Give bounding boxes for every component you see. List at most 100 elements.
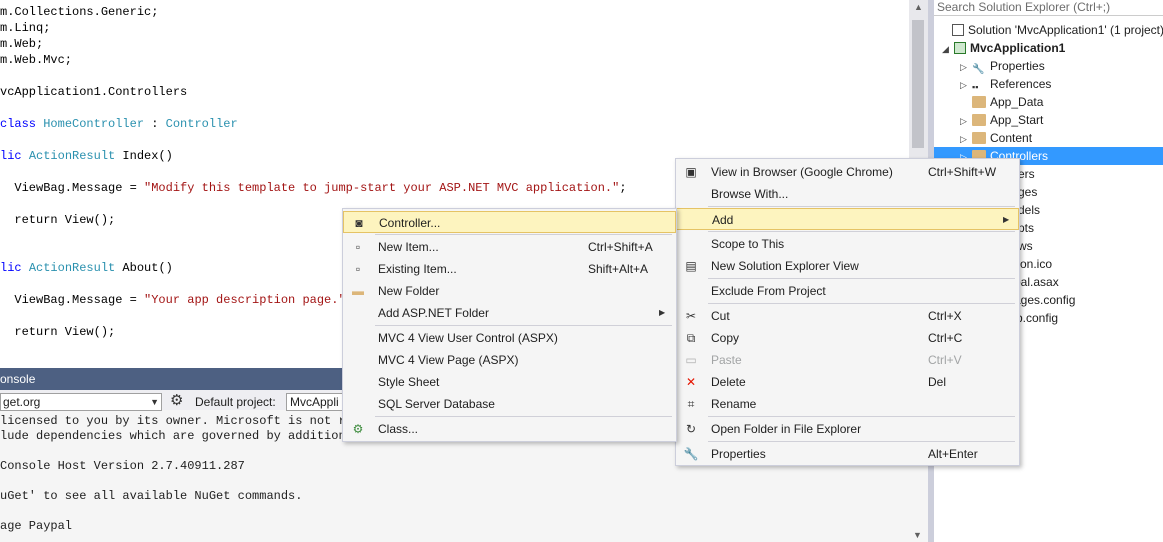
- copy-icon: ⧉: [686, 331, 696, 345]
- submenu-arrow-icon: ▶: [1003, 215, 1010, 224]
- code-token: ViewBag.Message =: [0, 181, 145, 195]
- menu-item-label: Cut: [711, 309, 730, 323]
- menu-item-exclude-from-project[interactable]: Exclude From Project: [676, 280, 1019, 302]
- code-token: m.Web;: [0, 37, 44, 51]
- menu-item-properties[interactable]: 🔧 Properties Alt+Enter: [676, 443, 1019, 465]
- code-token: class: [0, 117, 37, 131]
- folder-icon: [972, 132, 986, 144]
- menu-item-label: Add ASP.NET Folder: [378, 306, 489, 320]
- menu-item-style-sheet[interactable]: Style Sheet: [343, 371, 676, 393]
- menu-item-browse-with[interactable]: Browse With...: [676, 183, 1019, 205]
- menu-item-label: Add: [712, 213, 734, 227]
- menu-item-mvc-4-view-page-aspx[interactable]: MVC 4 View Page (ASPX): [343, 349, 676, 371]
- tree-node[interactable]: ws: [1018, 237, 1033, 255]
- menu-item-new-solution-explorer-view[interactable]: ▤ New Solution Explorer View: [676, 255, 1019, 277]
- tree-node[interactable]: ◢ MvcApplication1: [942, 39, 1065, 57]
- menu-item-cut[interactable]: ✂ Cut Ctrl+X: [676, 305, 1019, 327]
- code-line: m.Web;: [0, 36, 43, 52]
- scroll-down-icon[interactable]: ▼: [913, 530, 922, 540]
- tree-node[interactable]: pts: [1018, 219, 1034, 237]
- code-token: "Modify this template to jump-start your…: [144, 181, 620, 195]
- tree-node[interactable]: b.config: [1016, 309, 1058, 327]
- browser-icon: ▣: [685, 165, 697, 179]
- console-line: licensed to you by its owner. Microsoft …: [0, 414, 353, 428]
- menu-item-controller[interactable]: ◙ Controller...: [343, 211, 676, 233]
- code-token: About(): [115, 261, 173, 275]
- code-line: lic ActionResult Index(): [0, 148, 173, 164]
- package-source-select[interactable]: get.org ▼: [0, 393, 162, 411]
- menu-separator: [708, 303, 1015, 304]
- menu-item-mvc-4-view-user-control-aspx[interactable]: MVC 4 View User Control (ASPX): [343, 327, 676, 349]
- expand-arrow-icon[interactable]: ◢: [942, 40, 954, 58]
- menu-item-open-folder-in-file-explorer[interactable]: ↻ Open Folder in File Explorer: [676, 418, 1019, 440]
- console-line: uGet' to see all available NuGet command…: [0, 489, 303, 503]
- menu-item-shortcut: Ctrl+Shift+W: [928, 165, 997, 179]
- code-line: class HomeController : Controller: [0, 116, 238, 132]
- menu-item-new-folder[interactable]: ▬ New Folder: [343, 280, 676, 302]
- code-token: m.Collections.Generic;: [0, 5, 159, 19]
- tree-node[interactable]: ges: [1018, 183, 1037, 201]
- code-token: "Your app description page.": [144, 293, 346, 307]
- tree-node[interactable]: ▷ Content: [960, 129, 1032, 147]
- expand-arrow-icon[interactable]: ▷: [960, 130, 972, 148]
- menu-item-class[interactable]: ⚙ Class...: [343, 418, 676, 440]
- menu-item-label: Open Folder in File Explorer: [711, 422, 862, 436]
- menu-item-new-item[interactable]: ▫ New Item... Ctrl+Shift+A: [343, 236, 676, 258]
- menu-item-existing-item[interactable]: ▫ Existing Item... Shift+Alt+A: [343, 258, 676, 280]
- tree-node-label: Solution 'MvcApplication1' (1 project): [968, 23, 1163, 37]
- menu-item-add-asp-net-folder[interactable]: Add ASP.NET Folder ▶: [343, 302, 676, 324]
- submenu-arrow-icon: ▶: [659, 308, 666, 317]
- delete-icon: ✕: [685, 375, 697, 389]
- menu-item-label: Class...: [378, 422, 419, 436]
- menu-item-shortcut: Ctrl+V: [928, 353, 962, 367]
- tree-node[interactable]: ▷ 🔧 Properties: [960, 57, 1045, 75]
- solution-icon: [952, 24, 964, 36]
- editor-scroll-thumb[interactable]: [912, 20, 924, 148]
- menu-item-view-in-browser-google-chrome[interactable]: ▣ View in Browser (Google Chrome) Ctrl+Shi…: [676, 161, 1019, 183]
- menu-item-label: New Folder: [378, 284, 440, 298]
- gear-icon[interactable]: ⚙: [170, 393, 183, 409]
- tree-node[interactable]: ▷ App_Start: [960, 111, 1043, 129]
- tree-node[interactable]: ers: [1018, 165, 1035, 183]
- code-line: lic ActionResult About(): [0, 260, 173, 276]
- menu-item-label: New Solution Explorer View: [711, 259, 859, 273]
- tree-node-label: ges: [1018, 185, 1038, 199]
- menu-item-paste[interactable]: ▭ Paste Ctrl+V: [676, 349, 1019, 371]
- menu-item-add[interactable]: Add ▶: [676, 208, 1019, 230]
- expand-arrow-icon[interactable]: ▷: [960, 76, 972, 94]
- rename-icon: ⌗: [687, 397, 695, 411]
- menu-item-sql-server-database[interactable]: SQL Server Database: [343, 393, 676, 415]
- tree-node[interactable]: bal.asax: [1014, 273, 1059, 291]
- code-line: m.Collections.Generic;: [0, 4, 158, 20]
- menu-separator: [375, 416, 672, 417]
- code-token: return View();: [0, 325, 116, 339]
- tree-node-label: MvcApplication1: [970, 41, 1066, 55]
- tree-node-label: App_Data: [990, 95, 1044, 109]
- menu-item-copy[interactable]: ⧉ Copy Ctrl+C: [676, 327, 1019, 349]
- menu-item-rename[interactable]: ⌗ Rename: [676, 393, 1019, 415]
- menu-item-shortcut: Ctrl+Shift+A: [588, 240, 653, 254]
- menu-item-shortcut: Shift+Alt+A: [588, 262, 649, 276]
- tree-node[interactable]: dels: [1018, 201, 1040, 219]
- expand-arrow-icon[interactable]: ▷: [960, 112, 972, 130]
- tree-node[interactable]: App_Data: [960, 93, 1043, 111]
- scroll-up-icon[interactable]: ▲: [914, 2, 923, 12]
- code-line: m.Linq;: [0, 20, 50, 36]
- code-line: return View();: [0, 212, 115, 228]
- tree-node[interactable]: ▷ ▪▪ References: [960, 75, 1051, 93]
- solution-node[interactable]: Solution 'MvcApplication1' (1 project): [940, 21, 1163, 39]
- menu-item-delete[interactable]: ✕ Delete Del: [676, 371, 1019, 393]
- code-token: return View();: [0, 213, 116, 227]
- code-token: vcApplication1.Controllers: [0, 85, 188, 99]
- expand-arrow-icon[interactable]: ▷: [960, 58, 972, 76]
- code-token: ViewBag.Message =: [0, 293, 145, 307]
- menu-item-shortcut: Del: [928, 375, 947, 389]
- search-solution-explorer-input[interactable]: Search Solution Explorer (Ctrl+;): [934, 0, 1163, 16]
- menu-separator: [375, 325, 672, 326]
- references-icon: ▪▪: [972, 82, 979, 92]
- menu-separator: [708, 441, 1015, 442]
- default-project-label: Default project:: [195, 395, 276, 409]
- code-token: Index(): [115, 149, 173, 163]
- menu-item-scope-to-this[interactable]: Scope to This: [676, 233, 1019, 255]
